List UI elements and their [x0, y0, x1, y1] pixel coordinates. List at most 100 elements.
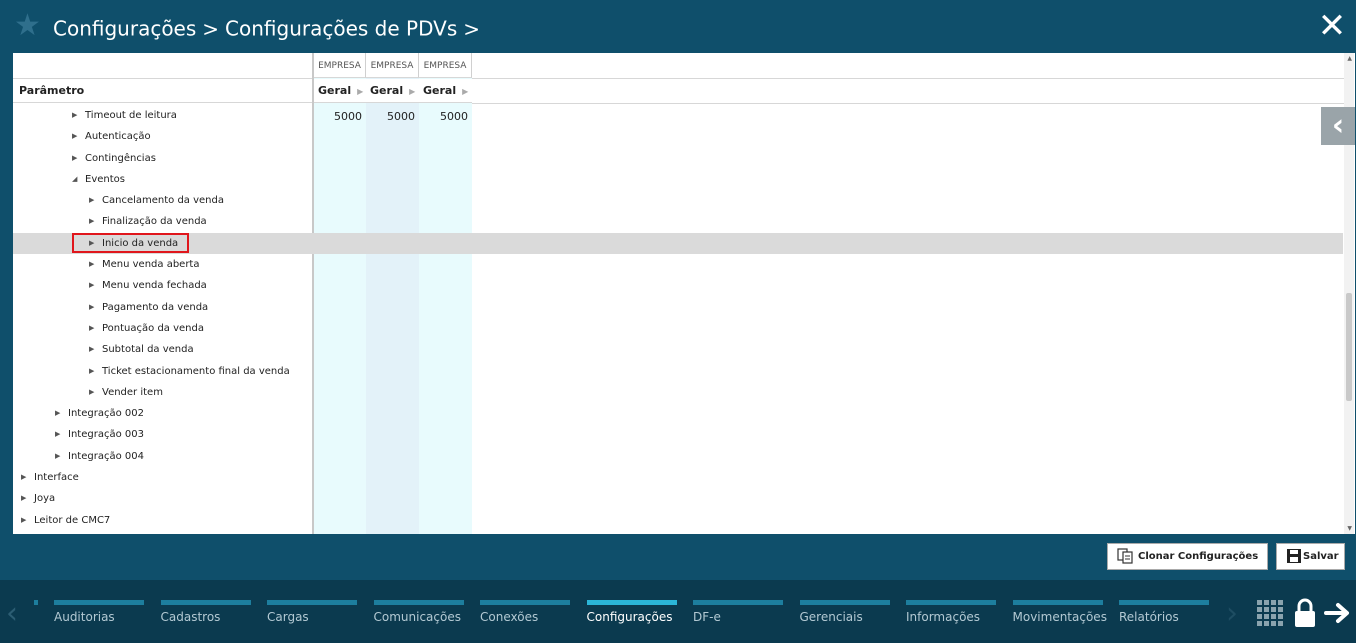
breadcrumb: Configurações > Configurações de PDVs >: [53, 13, 486, 43]
tree-row-label: Timeout de leitura: [85, 110, 177, 121]
tree-row-label: Integração 003: [68, 429, 144, 441]
tree-row-label: Integração 002: [68, 408, 144, 420]
collapsed-caret-icon[interactable]: ▶: [89, 318, 94, 339]
scroll-down-icon[interactable]: ▼: [1347, 525, 1352, 532]
tree-row[interactable]: ▶ Inicio da venda: [13, 232, 1343, 255]
collapsed-caret-icon[interactable]: ▶: [55, 446, 60, 467]
nav-item-bar: [54, 600, 144, 605]
config-grid-panel: Parâmetro EMPRESA Geral ▶ 5000 EMPRESA Ge…: [13, 53, 1355, 534]
tree-row[interactable]: ▶ Subtotal da venda: [13, 339, 1343, 360]
column-sub-header[interactable]: Geral ▶: [366, 79, 419, 103]
tree-row[interactable]: ▶ Finalização da venda: [13, 211, 1343, 232]
sort-icon[interactable]: ▶: [409, 87, 415, 96]
clone-configurations-button[interactable]: Clonar Configurações: [1107, 543, 1268, 570]
tree-row-label: Pagamento da venda: [102, 301, 209, 313]
chevron-right-icon[interactable]: >: [463, 15, 480, 43]
nav-prev-icon[interactable]: ‹: [6, 596, 18, 631]
collapsed-caret-icon[interactable]: ▶: [55, 403, 60, 424]
column-sub-header[interactable]: Geral ▶: [314, 79, 366, 103]
tree-row[interactable]: ▶ Ticket estacionamento final da venda: [13, 361, 1343, 382]
tree-row-label: Vender item: [102, 386, 163, 398]
scrollbar-thumb[interactable]: [1346, 293, 1352, 401]
collapsed-caret-icon[interactable]: ▶: [89, 382, 94, 403]
tree-row[interactable]: ▶ Integração 004: [13, 446, 1343, 467]
tree-row-label: Eventos: [85, 173, 125, 185]
tree-row[interactable]: ▶ Pontuação da venda: [13, 318, 1343, 339]
bottom-nav: ‹ Auditorias Cadastros Cargas Comunicações C…: [0, 580, 1356, 643]
nav-item-bar: [480, 600, 570, 605]
sort-icon[interactable]: ▶: [462, 87, 468, 96]
header-divider: [472, 103, 1344, 104]
expanded-caret-icon[interactable]: ◢: [72, 169, 77, 190]
collapsed-caret-icon[interactable]: ▶: [72, 148, 77, 169]
collapsed-caret-icon[interactable]: ▶: [89, 339, 94, 360]
collapsed-caret-icon[interactable]: ▶: [21, 467, 26, 488]
tree-row[interactable]: ▶ Vender item: [13, 382, 1343, 403]
collapsed-caret-icon[interactable]: ▶: [72, 126, 77, 147]
collapsed-caret-icon[interactable]: ▶: [89, 275, 94, 296]
tree-row-label: Cancelamento da venda: [102, 195, 224, 207]
tree-row[interactable]: ▶ Menu venda fechada: [13, 275, 1343, 296]
tree-row[interactable]: ▶ Joya: [13, 488, 1343, 509]
logout-arrow-icon[interactable]: [1324, 602, 1352, 624]
lock-icon[interactable]: [1293, 598, 1317, 628]
close-icon[interactable]: ✕: [1316, 9, 1348, 43]
column-group-header: EMPRESA: [419, 53, 472, 78]
save-icon: [1287, 549, 1301, 563]
nav-item-label: Auditorias: [54, 610, 115, 624]
header-divider: [472, 78, 1344, 79]
nav-item-label: Gerenciais: [799, 610, 863, 624]
collapsed-caret-icon[interactable]: ▶: [89, 190, 94, 211]
nav-item-bar: [799, 600, 890, 605]
nav-item-label: Informações: [906, 610, 981, 624]
scroll-up-icon[interactable]: ▲: [1347, 55, 1352, 62]
tree-row-label: Leitor de CMC7: [34, 514, 111, 526]
collapsed-caret-icon[interactable]: ▶: [21, 488, 26, 509]
tree-row-label: Pontuação da venda: [102, 322, 204, 334]
column-sub-header[interactable]: Geral ▶: [419, 79, 472, 103]
clone-icon: [1117, 548, 1133, 564]
tree-row-label: Contingências: [85, 152, 156, 164]
collapsed-caret-icon[interactable]: ▶: [89, 361, 94, 382]
star-icon[interactable]: ★: [14, 8, 41, 44]
breadcrumb-configuracoes[interactable]: Configurações: [53, 17, 196, 41]
collapsed-caret-icon[interactable]: ▶: [21, 510, 26, 531]
grid-icon[interactable]: [1257, 600, 1283, 626]
sort-icon[interactable]: ▶: [357, 87, 363, 96]
nav-item-bar: [160, 600, 251, 605]
save-button[interactable]: Salvar: [1276, 543, 1345, 570]
nav-indicator: [34, 600, 38, 605]
collapsed-caret-icon[interactable]: ▶: [89, 297, 94, 318]
nav-item-label: Cadastros: [160, 610, 221, 624]
collapsed-caret-icon[interactable]: ▶: [72, 105, 77, 126]
tree-row[interactable]: ▶ Leitor de CMC7: [13, 510, 1343, 531]
column-sub-label: Geral: [318, 84, 352, 97]
nav-item-bar: [1119, 600, 1209, 605]
tree-row[interactable]: ▶ Pagamento da venda: [13, 297, 1343, 318]
collapsed-caret-icon[interactable]: ▶: [89, 254, 94, 275]
tree-row[interactable]: ▶ Integração 002: [13, 403, 1343, 424]
tree-row-label: Menu venda fechada: [102, 280, 207, 292]
highlight-box: [72, 233, 189, 253]
collapsed-caret-icon[interactable]: ▶: [89, 211, 94, 232]
tree-row[interactable]: ▶ Integração 003: [13, 424, 1343, 445]
tree-row[interactable]: ◢ Eventos: [13, 169, 1343, 190]
nav-item-label: Configurações: [586, 610, 673, 624]
tree-row-label: Autenticação: [85, 131, 151, 143]
nav-item-label: Conexões: [480, 610, 539, 624]
tree-row[interactable]: ▶ Menu venda aberta: [13, 254, 1343, 275]
tree-row[interactable]: ▶ Cancelamento da venda: [13, 190, 1343, 211]
clone-button-label: Clonar Configurações: [1138, 551, 1259, 562]
nav-item-label: Cargas: [267, 610, 309, 624]
breadcrumb-configuracoes-pdvs[interactable]: Configurações de PDVs: [225, 17, 457, 41]
tree-row[interactable]: ▶ Autenticação: [13, 126, 1343, 147]
tree-row[interactable]: ▶ Timeout de leitura: [13, 105, 1343, 126]
tree-row[interactable]: ▶ Interface: [13, 467, 1343, 488]
tree-row[interactable]: ▶ Contingências: [13, 148, 1343, 169]
column-sub-label: Geral: [370, 84, 404, 97]
nav-next-icon[interactable]: ›: [1226, 596, 1238, 631]
parameter-tree: ▶ Timeout de leitura ▶ Autenticação ▶ Conting…: [13, 105, 1343, 531]
collapse-panel-icon[interactable]: ‹: [1321, 107, 1355, 145]
collapsed-caret-icon[interactable]: ▶: [55, 424, 60, 445]
tree-row-label: Ticket estacionamento final da venda: [102, 365, 290, 377]
